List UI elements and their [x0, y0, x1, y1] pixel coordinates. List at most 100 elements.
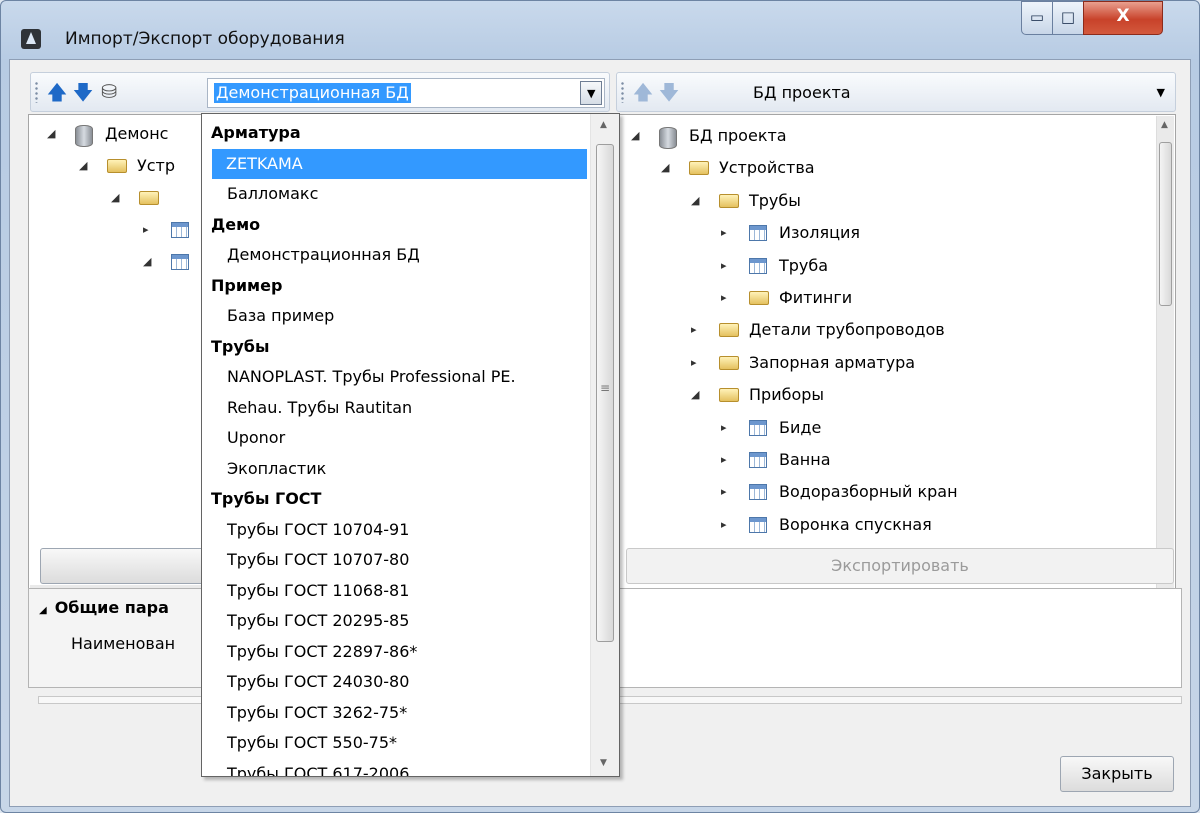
dropdown-option[interactable]: ZETKAMA [212, 148, 587, 179]
dropdown-group-header: Пример [211, 275, 283, 295]
left-toolbar: 🡅 🡇 ⛁ Демонстрационная БД ▼ [30, 72, 610, 112]
minimize-button[interactable]: ▭ [1021, 1, 1053, 35]
collapse-arrow-icon[interactable]: ◢ [691, 186, 699, 216]
tree-node-label: Воронка спускная [779, 514, 932, 534]
dropdown-option[interactable]: Uponor [203, 423, 585, 453]
dropdown-option[interactable]: Трубы ГОСТ 10707-80 [203, 545, 585, 575]
expand-arrow-icon[interactable]: ▸ [721, 218, 727, 248]
dropdown-option[interactable]: Трубы ГОСТ 550-75* [203, 728, 585, 758]
collapse-arrow-icon[interactable]: ◢ [111, 183, 119, 213]
table-icon [171, 254, 189, 270]
tree-node-label: Приборы [749, 385, 825, 405]
collapse-arrow-icon[interactable]: ◢ [47, 119, 55, 149]
database-icon [659, 127, 677, 149]
collapse-arrow-icon[interactable]: ◢ [661, 153, 669, 183]
dropdown-option[interactable]: Трубы ГОСТ 24030-80 [203, 667, 585, 697]
maximize-button[interactable]: □ [1052, 1, 1084, 35]
dropdown-option[interactable]: Трубы ГОСТ 617-2006 [203, 759, 585, 777]
right-toolbar: 🡅 🡇 БД проекта ▼ [616, 72, 1176, 112]
tree-node-label: Устр [137, 156, 176, 175]
dropdown-option[interactable]: Трубы ГОСТ 3262-75* [203, 698, 585, 728]
database-dropdown-list[interactable]: ▲ ≡ ▼ Арматура ZETKAMA Балломакс Демо Демонс… [201, 113, 620, 777]
toolbar-grip[interactable] [35, 81, 38, 103]
dropdown-option[interactable]: Трубы ГОСТ 22897-86* [203, 637, 585, 667]
folder-icon [107, 159, 127, 173]
expand-arrow-icon[interactable]: ▸ [721, 477, 727, 507]
dropdown-option[interactable]: Экопластик [203, 454, 585, 484]
dropdown-option[interactable]: Балломакс [203, 179, 585, 209]
expand-arrow-icon[interactable]: ▸ [691, 348, 697, 378]
window-title: Импорт/Экспорт оборудования [65, 29, 345, 49]
database-settings-icon[interactable]: ⛁ [97, 79, 121, 105]
tree-node-label: Труба [779, 255, 829, 275]
app-icon [21, 29, 41, 49]
expand-arrow-icon[interactable]: ▸ [721, 413, 727, 443]
dropdown-group-header: Арматура [211, 123, 301, 142]
target-tree[interactable]: ▲ ▼ ◢ БД проекта ◢ Устройства ◢ Трубы ▸ Изоляци… [616, 114, 1176, 604]
vertical-scrollbar[interactable]: ▲ ▼ [1156, 116, 1174, 602]
minimize-icon: ▭ [1029, 8, 1045, 26]
folder-icon [689, 161, 709, 176]
move-up-icon: 🡅 [632, 80, 654, 104]
close-icon: X [1116, 6, 1130, 26]
collapse-arrow-icon[interactable]: ◢ [691, 380, 699, 410]
dropdown-option[interactable]: Трубы ГОСТ 10704-91 [203, 515, 585, 545]
chevron-down-icon[interactable]: ▼ [1157, 86, 1165, 99]
scrollbar-thumb[interactable]: ≡ [596, 144, 614, 642]
collapse-icon[interactable]: ◢ [39, 605, 47, 616]
title-bar[interactable]: Импорт/Экспорт оборудования ▭ □ X [1, 1, 1199, 57]
grip-icon: ≡ [600, 381, 611, 395]
close-button[interactable]: Закрыть [1060, 756, 1174, 792]
source-database-combo[interactable]: Демонстрационная БД ▼ [207, 78, 605, 108]
collapse-arrow-icon[interactable]: ◢ [143, 247, 151, 277]
table-icon [749, 419, 767, 436]
tree-node-label: Детали трубопроводов [749, 320, 945, 340]
move-down-icon[interactable]: 🡇 [71, 79, 95, 105]
dropdown-group-header: Демо [211, 214, 261, 234]
export-button[interactable]: Экспортировать [626, 548, 1174, 584]
table-icon [749, 484, 767, 501]
scroll-up-icon[interactable]: ▲ [600, 120, 607, 130]
property-name-label: Наименован [29, 627, 209, 661]
collapse-arrow-icon[interactable]: ◢ [631, 121, 639, 151]
import-export-window: Импорт/Экспорт оборудования ▭ □ X 🡅 🡇 ⛁ … [0, 0, 1200, 813]
source-combo-dropdown-button[interactable]: ▼ [580, 81, 602, 105]
close-window-button[interactable]: X [1083, 1, 1163, 35]
expand-arrow-icon[interactable]: ▸ [143, 215, 149, 245]
expand-arrow-icon[interactable]: ▸ [721, 251, 727, 281]
tree-node-label: Трубы [749, 190, 801, 210]
folder-icon [719, 388, 739, 403]
folder-icon [749, 291, 769, 305]
tree-node-label: Биде [779, 417, 822, 437]
folder-icon [719, 323, 739, 338]
folder-icon [139, 191, 159, 205]
dropdown-option[interactable]: Трубы ГОСТ 20295-85 [203, 606, 585, 636]
scroll-down-icon[interactable]: ▼ [600, 758, 607, 768]
properties-group-header[interactable]: ◢ Общие пара [29, 589, 209, 627]
collapse-arrow-icon[interactable]: ◢ [79, 151, 87, 181]
dropdown-group-header: Трубы ГОСТ [211, 489, 322, 508]
expand-arrow-icon[interactable]: ▸ [721, 445, 727, 475]
target-database-combo[interactable]: БД проекта ▼ [747, 78, 1171, 108]
expand-arrow-icon[interactable]: ▸ [721, 283, 727, 313]
tree-node-label: Изоляция [779, 223, 861, 243]
tree-node-label: Ванна [779, 450, 831, 469]
expand-arrow-icon[interactable]: ▸ [721, 510, 727, 540]
dropdown-option[interactable]: Rehau. Трубы Rautitan [203, 393, 585, 423]
dropdown-option[interactable]: Демонстрационная БД [203, 240, 585, 270]
dropdown-option[interactable]: Трубы ГОСТ 11068-81 [203, 576, 585, 606]
toolbar-grip[interactable] [621, 81, 624, 103]
tree-node-label: Фитинги [779, 288, 853, 307]
database-icon [75, 125, 93, 147]
tree-node-label: Устройства [719, 158, 815, 178]
folder-icon [719, 355, 739, 370]
dropdown-scrollbar[interactable]: ▲ ≡ ▼ [590, 114, 619, 776]
move-up-icon[interactable]: 🡅 [45, 79, 69, 105]
dropdown-option[interactable]: NANOPLAST. Трубы Professional PE. [203, 362, 585, 392]
expand-arrow-icon[interactable]: ▸ [691, 315, 697, 345]
scrollbar-thumb[interactable] [1159, 142, 1172, 306]
table-icon [749, 452, 767, 468]
scroll-up-icon[interactable]: ▲ [1161, 120, 1168, 130]
dropdown-option[interactable]: База пример [203, 301, 585, 331]
source-database-value: Демонстрационная БД [214, 83, 411, 103]
